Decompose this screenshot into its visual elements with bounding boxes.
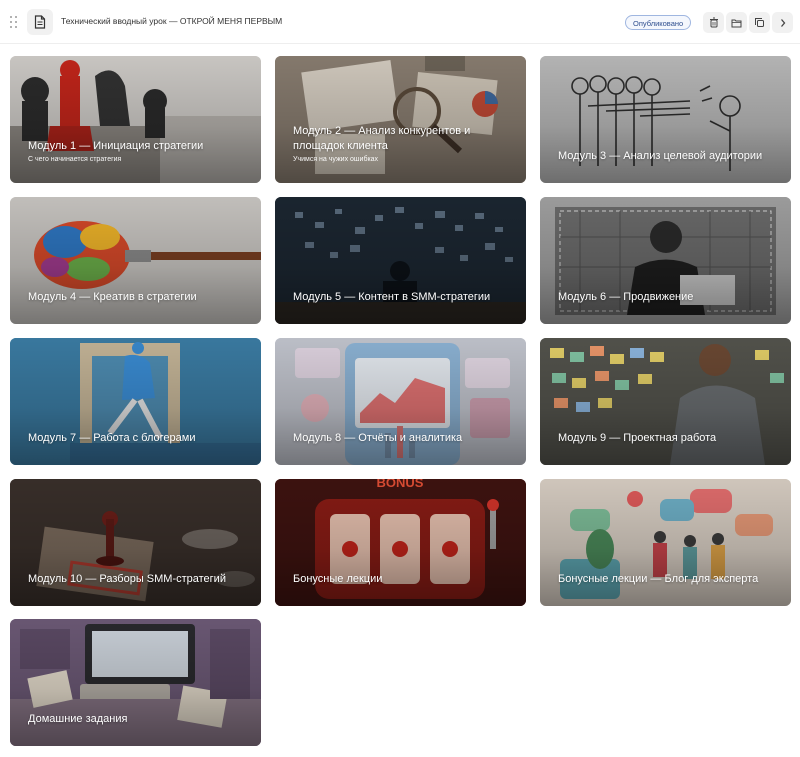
module-title: Модуль 4 — Креатив в стратегии: [28, 291, 197, 303]
module-title: Модуль 9 — Проектная работа: [558, 432, 717, 444]
module-card-3[interactable]: Модуль 3 — Анализ целевой аудитории: [540, 56, 791, 183]
module-card-10[interactable]: Модуль 10 — Разборы SMM-стратегий: [10, 479, 261, 606]
folder-button[interactable]: [726, 12, 747, 33]
module-title: Модуль 8 — Отчёты и аналитика: [293, 432, 463, 444]
page-header: Технический вводный урок — ОТКРОЙ МЕНЯ П…: [0, 0, 800, 44]
module-title: Модуль 1 — Инициация стратегии: [28, 140, 204, 152]
module-title: Модуль 6 — Продвижение: [558, 291, 694, 303]
module-card-8[interactable]: Модуль 8 — Отчёты и аналитика: [275, 338, 526, 465]
drag-handle-icon[interactable]: [10, 16, 18, 28]
module-title: Бонусные лекции: [293, 573, 383, 585]
module-title: Модуль 5 — Контент в SMM-стратегии: [293, 291, 491, 303]
module-card-13[interactable]: Домашние задания: [10, 619, 261, 746]
module-card-9[interactable]: Модуль 9 — Проектная работа: [540, 338, 791, 465]
module-card-2[interactable]: Модуль 2 — Анализ конкурентов и площадок…: [275, 56, 526, 183]
module-card-5[interactable]: Модуль 5 — Контент в SMM-стратегии: [275, 197, 526, 324]
module-card-4[interactable]: Модуль 4 — Креатив в стратегии: [10, 197, 261, 324]
module-title: Модуль 7 — Работа с блогерами: [28, 432, 196, 444]
module-card-1[interactable]: Модуль 1 — Инициация стратегии С чего на…: [10, 56, 261, 183]
copy-button[interactable]: [749, 12, 770, 33]
module-title: Модуль 10 — Разборы SMM-стратегий: [28, 573, 226, 585]
module-title: Бонусные лекции — Блог для эксперта: [558, 573, 759, 585]
status-badge[interactable]: Опубликовано: [625, 15, 692, 30]
module-subtitle: Учимся на чужих ошибках: [293, 156, 379, 163]
next-button[interactable]: [772, 12, 793, 33]
module-card-11[interactable]: BONUS Бонусные лекции: [275, 479, 526, 606]
module-subtitle: С чего начинается стратегия: [28, 156, 122, 163]
module-title: Модуль 3 — Анализ целевой аудитории: [558, 150, 763, 162]
module-card-6[interactable]: Модуль 6 — Продвижение: [540, 197, 791, 324]
folder-icon: [731, 19, 742, 27]
copy-icon: [755, 18, 764, 27]
delete-button[interactable]: [703, 12, 724, 33]
page-title: Технический вводный урок — ОТКРОЙ МЕНЯ П…: [61, 16, 283, 26]
module-title: Домашние задания: [28, 713, 128, 725]
chevron-right-icon: [780, 18, 785, 27]
module-card-12[interactable]: Бонусные лекции — Блог для эксперта: [540, 479, 791, 606]
module-title: Модуль 2 — Анализ конкурентов и площадок…: [293, 125, 471, 152]
module-card-7[interactable]: Модуль 7 — Работа с блогерами: [10, 338, 261, 465]
trash-icon: [709, 17, 718, 28]
document-icon[interactable]: [27, 9, 53, 35]
